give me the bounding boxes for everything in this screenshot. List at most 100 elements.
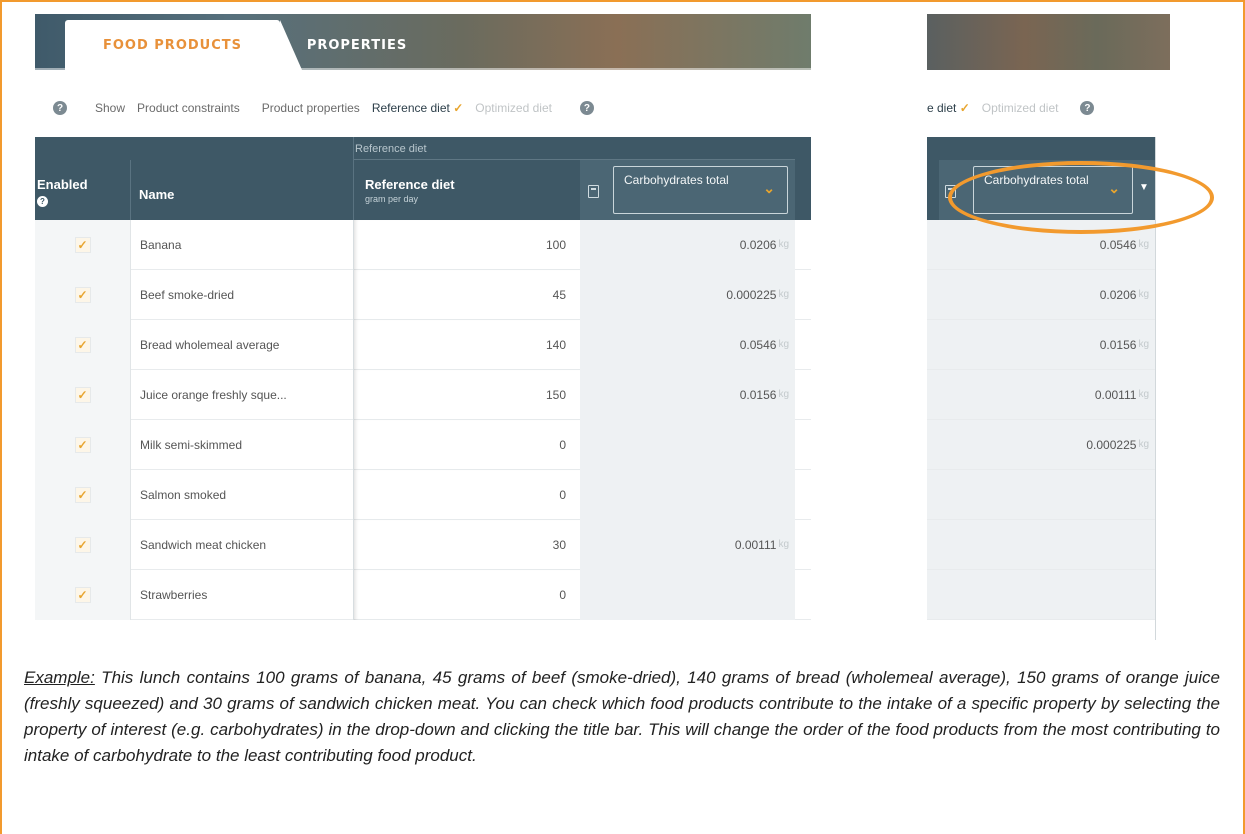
column-divider — [130, 160, 131, 220]
reference-amount-value: 150 — [545, 387, 566, 402]
header-property[interactable]: Carbohydrates total ⌄ — [580, 160, 795, 220]
enabled-checkbox[interactable]: ✓ — [74, 236, 91, 253]
product-name: Salmon smoked — [140, 487, 227, 502]
help-icon[interactable]: ? — [37, 196, 48, 207]
property-value-number: 0.00111 — [734, 537, 777, 552]
enabled-cell: ✓ — [35, 469, 130, 520]
unit-label: kg — [1138, 439, 1149, 450]
property-value — [580, 469, 795, 520]
calculator-icon[interactable] — [588, 185, 599, 198]
enabled-checkbox[interactable]: ✓ — [74, 436, 91, 453]
screenshot-left: FOOD PRODUCTS PROPERTIES ? Show Product … — [35, 14, 811, 640]
table-row: ✓ Juice orange freshly sque... 150 0.015… — [35, 369, 811, 420]
table-row — [927, 570, 1155, 620]
property-value — [580, 569, 795, 620]
table-row — [927, 470, 1155, 520]
cell-divider — [130, 370, 131, 420]
enabled-checkbox[interactable]: ✓ — [74, 336, 91, 353]
table-row: 0.0206 kg — [927, 270, 1155, 320]
group-label: Reference diet — [355, 143, 427, 155]
screenshot-right: e diet ✓ Optimized diet ? Carbohydrates … — [927, 14, 1170, 640]
header-reference-unit: gram per day — [365, 194, 419, 204]
property-value-number: 0.0156 — [739, 387, 777, 402]
table-row: ✓ Milk semi-skimmed 0 — [35, 419, 811, 470]
reference-amount[interactable]: 45 — [353, 269, 580, 320]
reference-amount-value: 30 — [552, 537, 566, 552]
product-name: Milk semi-skimmed — [140, 437, 242, 452]
property-value-number: 0.0546 — [739, 337, 777, 352]
toggle-optimized-diet[interactable]: Optimized diet — [982, 101, 1059, 115]
cell-divider — [130, 470, 131, 520]
reference-amount-value: 0 — [559, 437, 566, 452]
check-icon: ✓ — [453, 101, 464, 115]
cell-divider — [130, 220, 131, 270]
unit-label: kg — [778, 289, 789, 300]
table-row: 0.00111 kg — [927, 370, 1155, 420]
enabled-checkbox[interactable]: ✓ — [74, 286, 91, 303]
property-value — [580, 419, 795, 470]
table-row: ✓ Beef smoke-dried 45 0.000225 kg — [35, 269, 811, 320]
unit-label: kg — [778, 239, 789, 250]
product-name: Banana — [140, 237, 182, 252]
product-name: Juice orange freshly sque... — [140, 387, 287, 402]
toggle-product-constraints[interactable]: Product constraints — [137, 101, 240, 115]
property-value-number: 0.0206 — [739, 237, 777, 252]
enabled-cell: ✓ — [35, 219, 130, 270]
property-value-number: 0.0546 — [1099, 237, 1137, 252]
reference-amount-value: 140 — [545, 337, 566, 352]
header-name[interactable]: Name — [139, 187, 174, 202]
header-reference-diet[interactable]: Reference diet gram per day — [365, 177, 455, 207]
reference-amount-value: 0 — [559, 587, 566, 602]
product-name: Strawberries — [140, 587, 208, 602]
unit-label: kg — [1138, 389, 1149, 400]
enabled-checkbox[interactable]: ✓ — [74, 386, 91, 403]
property-value-number: 0.000225 — [1086, 437, 1137, 452]
view-toolbar: ? Show Product constraints Product prope… — [35, 86, 811, 130]
reference-amount[interactable]: 0 — [353, 419, 580, 470]
tab-properties[interactable]: PROPERTIES — [297, 20, 417, 70]
cell-divider — [130, 270, 131, 320]
reference-amount[interactable]: 100 — [353, 219, 580, 270]
help-icon[interactable]: ? — [53, 101, 67, 115]
check-icon: ✓ — [959, 101, 970, 115]
enabled-checkbox[interactable]: ✓ — [74, 586, 91, 603]
property-dropdown-value: Carbohydrates total — [624, 173, 729, 187]
toggle-product-properties[interactable]: Product properties — [262, 101, 360, 115]
toggle-optimized-diet[interactable]: Optimized diet — [475, 101, 552, 115]
property-value: 0.0546 kg — [580, 319, 795, 370]
cell-divider — [130, 570, 131, 620]
property-dropdown[interactable]: Carbohydrates total ⌄ — [613, 166, 788, 214]
property-value-number: 0.0206 — [1099, 287, 1137, 302]
toggle-reference-diet[interactable]: e diet ✓ — [927, 101, 970, 115]
unit-label: kg — [778, 539, 789, 550]
reference-amount[interactable]: 140 — [353, 319, 580, 370]
reference-amount[interactable]: 150 — [353, 369, 580, 420]
show-label: Show — [95, 101, 126, 115]
reference-amount[interactable]: 0 — [353, 569, 580, 620]
header-enabled-label: Enabled — [37, 177, 88, 192]
highlight-oval — [948, 161, 1214, 234]
header-enabled[interactable]: Enabled ? — [37, 177, 88, 207]
enabled-cell: ✓ — [35, 419, 130, 470]
table-body: 0.0546 kg 0.0206 kg 0.0156 kg 0.00111 kg 0.0… — [927, 220, 1155, 620]
reference-amount[interactable]: 30 — [353, 519, 580, 570]
enabled-checkbox[interactable]: ✓ — [74, 536, 91, 553]
table-body: ✓ Banana 100 0.0206 kg ✓ Beef smoke-dried… — [35, 219, 811, 620]
reference-amount[interactable]: 0 — [353, 469, 580, 520]
help-icon[interactable]: ? — [1080, 101, 1095, 115]
toggle-reference-diet[interactable]: Reference diet ✓ — [372, 101, 463, 115]
enabled-cell: ✓ — [35, 569, 130, 620]
enabled-checkbox[interactable]: ✓ — [74, 486, 91, 503]
tab-food-products[interactable]: FOOD PRODUCTS — [65, 20, 302, 70]
property-value: 0.00111 kg — [580, 519, 795, 570]
help-icon[interactable]: ? — [579, 101, 594, 115]
table-row: ✓ Bread wholemeal average 140 0.0546 kg — [35, 319, 811, 370]
cell-divider — [130, 420, 131, 470]
enabled-cell: ✓ — [35, 319, 130, 370]
enabled-cell: ✓ — [35, 269, 130, 320]
property-value-number: 0.000225 — [726, 287, 777, 302]
table-row: ✓ Banana 100 0.0206 kg — [35, 219, 811, 270]
unit-label: kg — [1138, 339, 1149, 350]
product-name: Sandwich meat chicken — [140, 537, 267, 552]
table-row: ✓ Strawberries 0 — [35, 569, 811, 620]
